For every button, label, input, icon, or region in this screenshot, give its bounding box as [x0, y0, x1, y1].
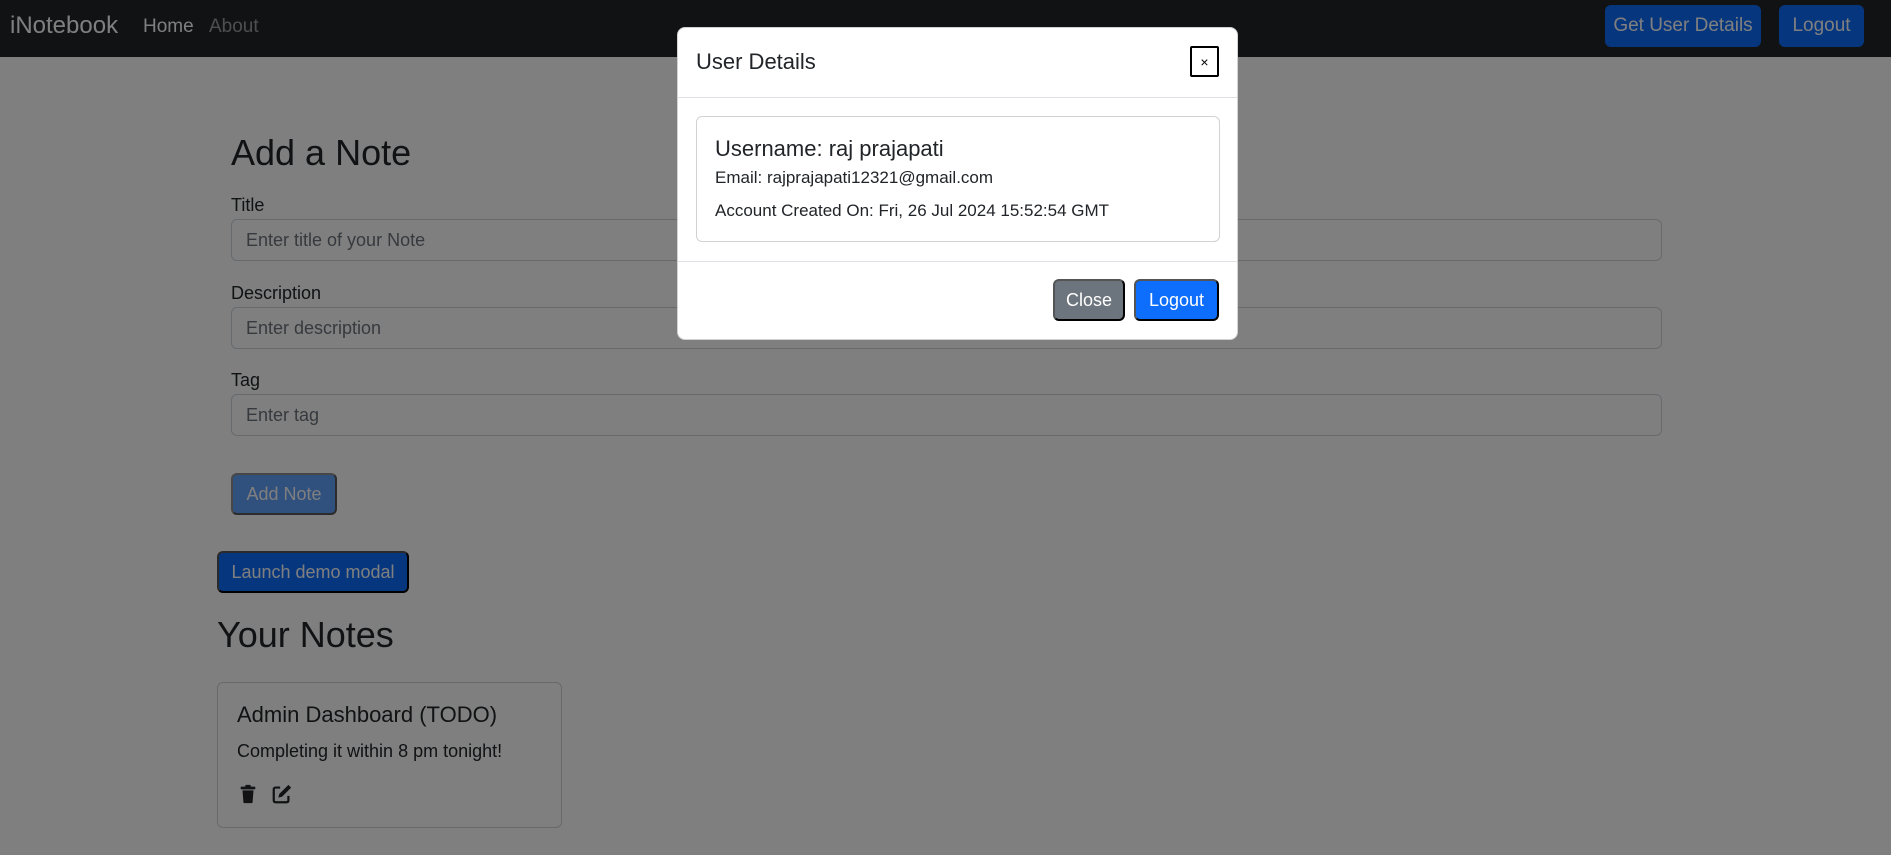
modal-logout-button[interactable]: Logout [1134, 279, 1219, 321]
account-created-text: Account Created On: Fri, 26 Jul 2024 15:… [715, 201, 1110, 220]
modal-title: User Details [696, 49, 816, 74]
modal-header: User Details × [678, 28, 1237, 98]
modal-close-button[interactable]: Close [1053, 279, 1125, 321]
user-info-card: Username: raj prajapati Email: rajprajap… [696, 116, 1220, 242]
modal-close-x-button[interactable]: × [1190, 46, 1219, 77]
email-text: Email: rajprajapati12321@gmail.com [715, 168, 994, 187]
modal-footer: Close Logout [678, 261, 1237, 339]
username-text: Username: raj prajapati [715, 136, 944, 161]
user-details-modal: User Details × Username: raj prajapati E… [677, 27, 1238, 340]
